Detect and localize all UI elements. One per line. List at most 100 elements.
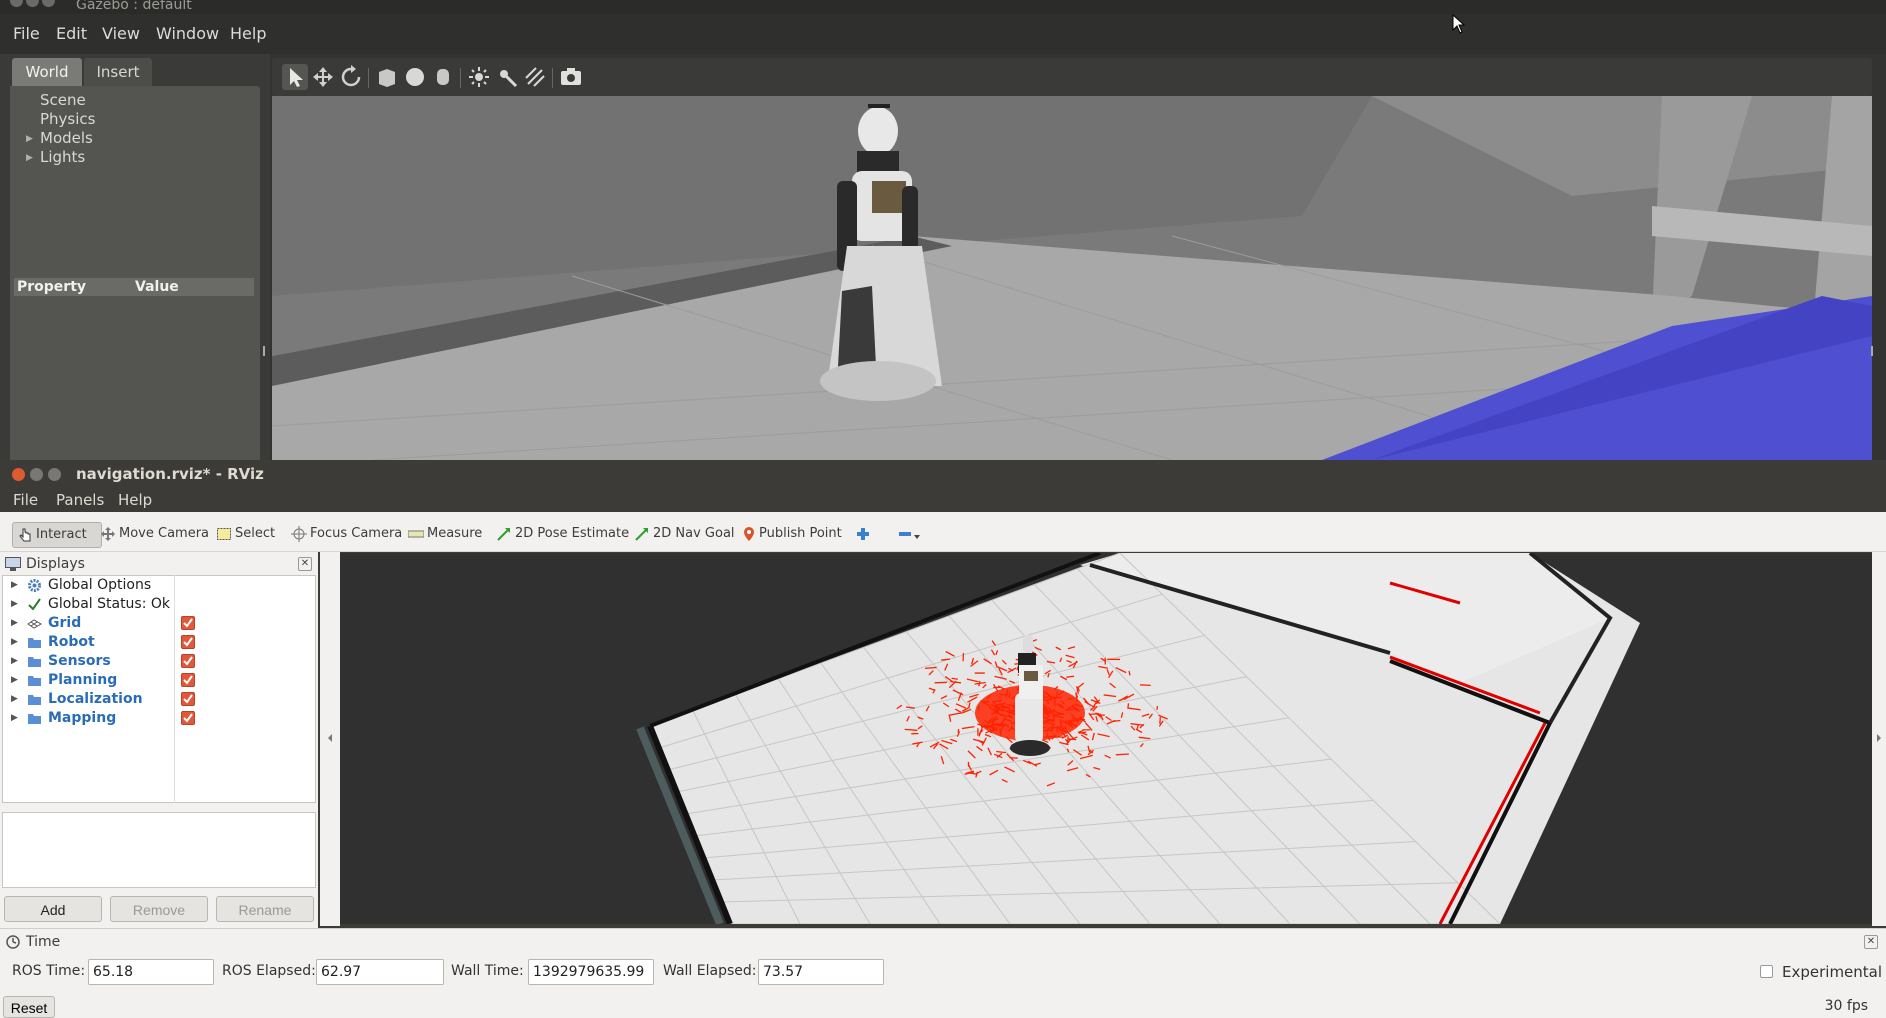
- gazebo-menu-edit[interactable]: Edit: [56, 24, 87, 43]
- wall-elapsed-field[interactable]: [758, 959, 884, 985]
- focus-camera-tool-button[interactable]: Focus Camera: [291, 522, 402, 546]
- experimental-checkbox[interactable]: [1760, 965, 1773, 978]
- arrow-cursor-icon: [290, 68, 303, 87]
- rviz-menu-file[interactable]: File: [13, 491, 38, 509]
- ros-elapsed-field[interactable]: [316, 959, 444, 985]
- display-item-grid[interactable]: ▶ Grid: [3, 614, 315, 633]
- green-arrow-icon: [497, 527, 510, 541]
- particle-arrow: [1115, 753, 1129, 756]
- expand-arrow-icon[interactable]: ▶: [11, 576, 18, 595]
- display-item-global-status[interactable]: ▶ Global Status: Ok: [3, 595, 315, 614]
- screenshot-button[interactable]: [558, 64, 584, 90]
- spot-light-button[interactable]: [494, 64, 520, 90]
- gazebo-menu-help[interactable]: Help: [230, 24, 266, 43]
- right-panel-splitter-handle[interactable]: [1870, 346, 1874, 356]
- right-splitter[interactable]: [1872, 552, 1886, 926]
- publish-point-tool-button[interactable]: Publish Point: [742, 522, 842, 546]
- tree-item-models[interactable]: Models: [40, 129, 93, 147]
- remove-display-button[interactable]: Remove: [110, 896, 208, 922]
- display-label-global-status: Global Status: Ok: [48, 596, 171, 612]
- rviz-maximize-button[interactable]: [48, 468, 61, 481]
- display-label-mapping: Mapping: [48, 710, 117, 726]
- sensors-enabled-checkbox[interactable]: [181, 654, 195, 668]
- gazebo-3d-viewport[interactable]: [272, 96, 1872, 460]
- display-label-grid: Grid: [48, 615, 82, 631]
- particle-arrow: [1016, 666, 1019, 671]
- close-panel-icon[interactable]: ✕: [298, 557, 312, 571]
- expand-arrow-icon[interactable]: ▶: [11, 595, 18, 614]
- box-shape-button[interactable]: [374, 64, 400, 90]
- rviz-3d-render-panel[interactable]: [340, 553, 1872, 924]
- display-label-localization: Localization: [48, 691, 143, 707]
- expand-arrow-icon[interactable]: ▶: [11, 690, 18, 709]
- gazebo-maximize-button[interactable]: [42, 0, 55, 7]
- move-camera-tool-button[interactable]: Move Camera: [100, 522, 209, 546]
- display-item-planning[interactable]: ▶ Planning: [3, 671, 315, 690]
- expand-arrow-icon[interactable]: ▶: [26, 134, 33, 144]
- publish-point-tool-label: Publish Point: [759, 526, 842, 541]
- remove-tool-dropdown[interactable]: [898, 522, 925, 546]
- localization-enabled-checkbox[interactable]: [181, 692, 195, 706]
- tree-item-lights[interactable]: Lights: [40, 148, 85, 166]
- add-display-button[interactable]: Add: [4, 896, 102, 922]
- expand-arrow-icon[interactable]: ▶: [11, 671, 18, 690]
- point-light-button[interactable]: [466, 64, 492, 90]
- expand-arrow-icon[interactable]: ▶: [11, 652, 18, 671]
- translate-mode-button[interactable]: [310, 64, 336, 90]
- display-item-global-options[interactable]: ▶ Global Options: [3, 576, 315, 595]
- plus-icon: [857, 527, 869, 540]
- ros-time-field[interactable]: [88, 959, 214, 985]
- sphere-shape-button[interactable]: [402, 64, 428, 90]
- 2d-nav-goal-tool-button[interactable]: 2D Nav Goal: [634, 522, 735, 546]
- wall-time-field[interactable]: [528, 959, 654, 985]
- left-splitter[interactable]: [320, 552, 340, 926]
- tab-world[interactable]: World: [12, 58, 82, 86]
- gazebo-close-button[interactable]: [10, 0, 23, 7]
- close-panel-icon[interactable]: ✕: [1864, 935, 1878, 949]
- directional-light-button[interactable]: [522, 64, 548, 90]
- display-item-localization[interactable]: ▶ Localization: [3, 690, 315, 709]
- mapping-enabled-checkbox[interactable]: [181, 711, 195, 725]
- displays-panel-title: Displays: [26, 556, 85, 572]
- 2d-pose-estimate-tool-button[interactable]: 2D Pose Estimate: [496, 522, 629, 546]
- select-tool-button[interactable]: Select: [216, 522, 275, 546]
- property-table-header: Property Value: [14, 278, 254, 296]
- rviz-menu-help[interactable]: Help: [118, 491, 152, 509]
- tree-item-physics[interactable]: Physics: [40, 110, 95, 128]
- gazebo-menu-window[interactable]: Window: [156, 24, 219, 43]
- cylinder-shape-button[interactable]: [430, 64, 456, 90]
- display-item-robot[interactable]: ▶ Robot: [3, 633, 315, 652]
- mouse-cursor-icon: [1452, 14, 1466, 34]
- expand-arrow-icon[interactable]: ▶: [11, 709, 18, 728]
- gazebo-menu-view[interactable]: View: [102, 24, 140, 43]
- tree-item-scene[interactable]: Scene: [40, 91, 86, 109]
- display-item-mapping[interactable]: ▶ Mapping: [3, 709, 315, 728]
- rename-display-button[interactable]: Rename: [216, 896, 314, 922]
- tab-insert[interactable]: Insert: [84, 58, 152, 86]
- spot-light-icon: [500, 70, 518, 88]
- reset-button[interactable]: Reset: [3, 996, 55, 1018]
- gazebo-menubar: File Edit View Window Help: [0, 14, 1886, 54]
- property-column-header: Property: [17, 279, 87, 295]
- select-mode-button[interactable]: [282, 64, 308, 90]
- gazebo-minimize-button[interactable]: [26, 0, 39, 7]
- expand-arrow-icon[interactable]: ▶: [11, 633, 18, 652]
- add-tool-button[interactable]: [856, 522, 873, 546]
- interact-tool-button[interactable]: Interact: [12, 522, 102, 548]
- rotate-mode-button[interactable]: [338, 64, 364, 90]
- grid-enabled-checkbox[interactable]: [181, 616, 195, 630]
- robot-enabled-checkbox[interactable]: [181, 635, 195, 649]
- expand-arrow-icon[interactable]: ▶: [26, 153, 33, 163]
- left-panel-splitter-handle[interactable]: [262, 346, 266, 356]
- planning-enabled-checkbox[interactable]: [181, 673, 195, 687]
- gazebo-menu-file[interactable]: File: [13, 24, 40, 43]
- toolbar-separator: [368, 68, 369, 88]
- rviz-minimize-button[interactable]: [30, 468, 43, 481]
- display-label-global-options: Global Options: [48, 577, 152, 593]
- expand-arrow-icon[interactable]: ▶: [11, 614, 18, 633]
- measure-tool-button[interactable]: Measure: [408, 522, 482, 546]
- 2d-nav-goal-tool-label: 2D Nav Goal: [653, 526, 735, 541]
- rviz-menu-panels[interactable]: Panels: [56, 491, 104, 509]
- display-item-sensors[interactable]: ▶ Sensors: [3, 652, 315, 671]
- rviz-close-button[interactable]: [12, 468, 25, 481]
